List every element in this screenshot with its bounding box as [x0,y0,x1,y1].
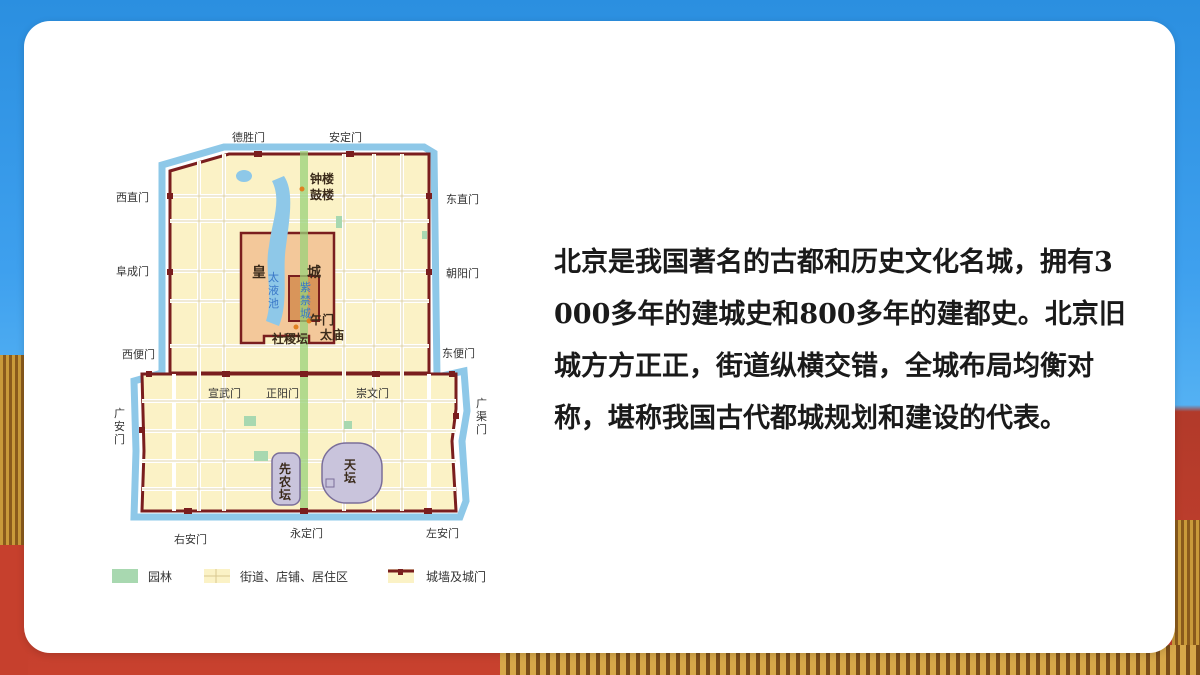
map-legend: 园林 街道、店铺、居住区 城墙及城门 [112,569,486,584]
description-text: 北京是我国著名的古都和历史文化名城，拥有3 000多年的建城史和800多年的建都… [554,247,1126,434]
gate-label-youanmen: 右安门 [174,532,207,546]
gate-label-guangqumen: 广渠门 [476,397,487,436]
sheji-marker [293,324,299,330]
place-label-shejitan: 社稷坛 [271,331,308,346]
gate-label-dongbianmen: 东便门 [442,346,475,360]
gate-label-fuchengmen: 阜成门 [116,264,149,278]
gate-label-xuanwumen: 宣武门 [208,386,241,400]
legend-swatch-garden [112,569,138,583]
place-label-cheng: 城 [307,264,321,281]
place-label-huang: 皇 [252,264,266,281]
bell-tower-marker [299,186,305,192]
gate-label-xizhimen: 西直门 [116,190,149,204]
gate-label-zuoanmen: 左安门 [426,526,459,540]
gate-label-yongdingmen: 永定门 [290,526,323,540]
gate-label-dongzhimen: 东直门 [446,192,479,206]
place-label-wumen: 午门 [310,312,334,327]
legend-label-walls: 城墙及城门 [426,569,486,584]
map-svg: 德胜门 安定门 西直门 东直门 阜成门 朝阳门 西便门 东便门 宣武门 正阳门 … [112,130,487,584]
content-card: 德胜门 安定门 西直门 东直门 阜成门 朝阳门 西便门 东便门 宣武门 正阳门 … [24,21,1175,653]
lake-north [236,170,252,182]
beijing-old-city-map: 德胜门 安定门 西直门 东直门 阜成门 朝阳门 西便门 东便门 宣武门 正阳门 … [104,121,504,591]
gate-label-chaoyangmen: 朝阳门 [446,266,479,280]
place-label-zhonglou: 钟楼 [310,171,334,186]
legend-label-garden: 园林 [148,570,172,584]
gate-label-xibianmen: 西便门 [122,347,155,361]
gate-label-andingmen: 安定门 [329,130,362,144]
place-label-tiantan: 天坛 [344,458,357,485]
legend-label-streets: 街道、店铺、居住区 [240,570,348,584]
place-label-taimiao: 太庙 [320,327,344,342]
place-label-xiannongtan: 先农坛 [278,461,291,502]
gate-label-zhengyangmen: 正阳门 [266,386,299,400]
place-label-taiyechi: 太液池 [268,271,279,310]
place-label-gulou: 鼓楼 [310,187,334,202]
gate-label-deshengmen: 德胜门 [232,130,265,144]
gate-label-chongwenmen: 崇文门 [356,386,389,400]
gate-label-guanganmen: 广安门 [114,407,125,446]
